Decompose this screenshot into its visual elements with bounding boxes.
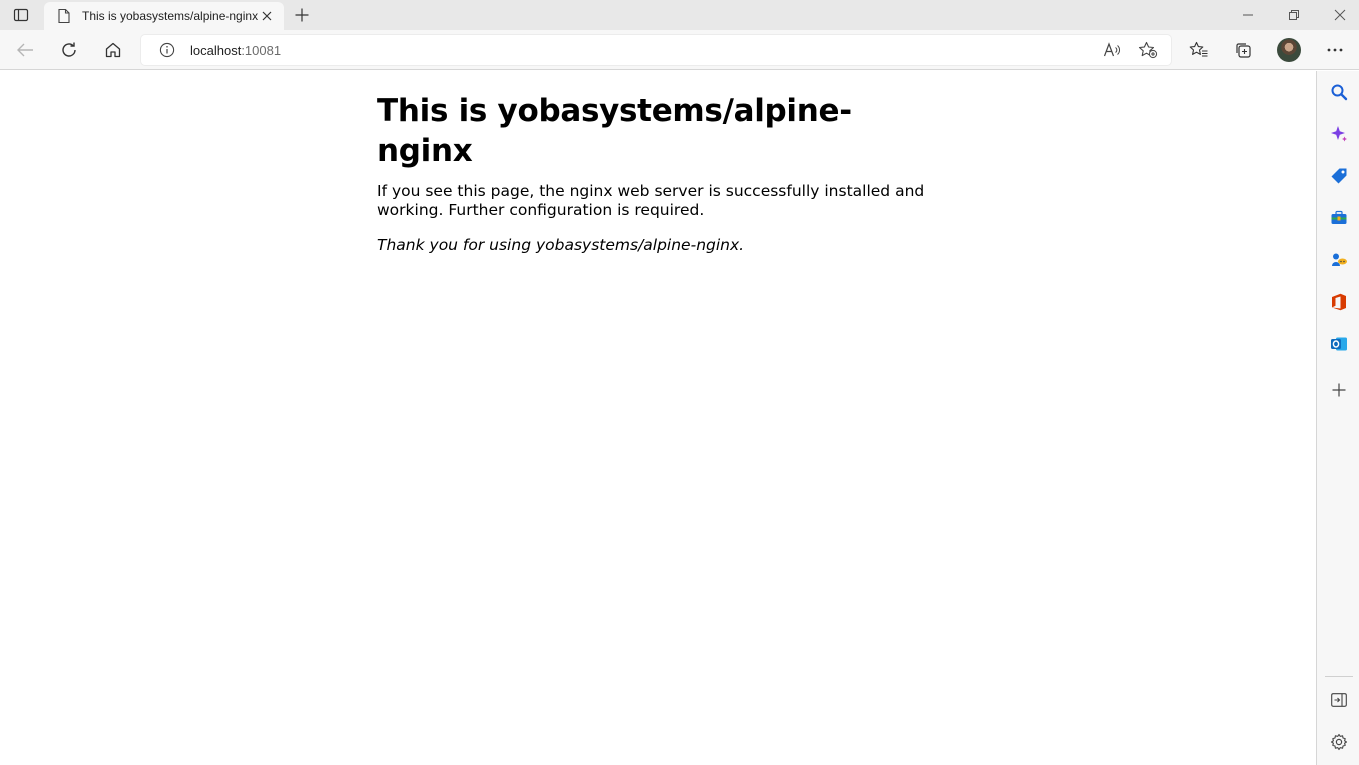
info-icon bbox=[159, 42, 175, 58]
office-icon bbox=[1332, 293, 1346, 311]
tab-active[interactable]: This is yobasystems/alpine-nginx bbox=[44, 2, 284, 30]
outlook-icon bbox=[1331, 337, 1347, 351]
sidebar-add-button[interactable] bbox=[1325, 376, 1353, 404]
add-favorite-button[interactable] bbox=[1133, 35, 1163, 65]
window-close-button[interactable] bbox=[1317, 0, 1359, 30]
favorites-icon bbox=[1189, 41, 1208, 57]
close-icon bbox=[262, 11, 272, 21]
tab-actions-icon bbox=[13, 8, 29, 22]
restore-icon bbox=[1289, 10, 1299, 20]
plus-icon bbox=[295, 8, 309, 22]
add-favorite-icon bbox=[1138, 41, 1158, 59]
tools-icon bbox=[1331, 210, 1347, 224]
new-tab-button[interactable] bbox=[288, 3, 316, 27]
page-content: This is yobasystems/alpine-nginx If you … bbox=[0, 71, 1316, 765]
sidebar-copilot-button[interactable] bbox=[1325, 120, 1353, 148]
minimize-icon bbox=[1243, 14, 1253, 16]
sidebar-tools-button[interactable] bbox=[1325, 204, 1353, 232]
sidebar-search-button[interactable] bbox=[1325, 78, 1353, 106]
tab-title: This is yobasystems/alpine-nginx bbox=[82, 9, 258, 23]
home-icon bbox=[105, 42, 121, 58]
close-icon bbox=[1334, 9, 1346, 21]
back-icon bbox=[17, 43, 33, 57]
refresh-icon bbox=[62, 42, 76, 57]
refresh-button[interactable] bbox=[53, 35, 85, 65]
restore-button[interactable] bbox=[1271, 0, 1317, 30]
sidebar-outlook-button[interactable] bbox=[1325, 330, 1353, 358]
add-icon bbox=[1332, 383, 1346, 397]
sidebar-office-button[interactable] bbox=[1325, 288, 1353, 316]
page-thanks: Thank you for using yobasystems/alpine-n… bbox=[377, 236, 745, 254]
shopping-icon bbox=[1331, 168, 1347, 184]
tab-actions-button[interactable] bbox=[6, 3, 36, 27]
url-port: :10081 bbox=[241, 42, 282, 58]
games-icon bbox=[1332, 253, 1347, 266]
sidebar-shopping-button[interactable] bbox=[1325, 162, 1353, 190]
gear-icon bbox=[1330, 733, 1348, 751]
address-url[interactable]: localhost:10081 bbox=[190, 43, 281, 58]
read-aloud-icon bbox=[1103, 42, 1120, 57]
minimize-button[interactable] bbox=[1225, 0, 1271, 30]
hide-sidebar-button[interactable] bbox=[1325, 686, 1353, 714]
profile-avatar[interactable] bbox=[1277, 38, 1301, 62]
collections-button[interactable] bbox=[1227, 35, 1259, 65]
url-host: localhost bbox=[190, 42, 242, 58]
page-paragraph: If you see this page, the nginx web serv… bbox=[377, 182, 925, 219]
nginx-welcome: This is yobasystems/alpine-nginx If you … bbox=[377, 91, 937, 255]
hide-sidebar-icon bbox=[1331, 693, 1347, 707]
sidebar-games-button[interactable] bbox=[1325, 246, 1353, 274]
address-bar[interactable]: localhost:10081 bbox=[141, 35, 1171, 65]
tab-close-button[interactable] bbox=[258, 7, 276, 25]
favorites-button[interactable] bbox=[1183, 35, 1215, 65]
search-icon bbox=[1331, 84, 1348, 101]
more-button[interactable] bbox=[1319, 35, 1351, 65]
read-aloud-button[interactable] bbox=[1097, 35, 1127, 65]
title-bar: This is yobasystems/alpine-nginx bbox=[0, 0, 1359, 30]
edge-sidebar bbox=[1316, 71, 1359, 765]
home-button[interactable] bbox=[97, 35, 129, 65]
toolbar: localhost:10081 bbox=[0, 30, 1359, 70]
page-icon bbox=[56, 8, 72, 24]
sidebar-settings-button[interactable] bbox=[1325, 728, 1353, 756]
more-icon bbox=[1327, 48, 1343, 52]
back-button[interactable] bbox=[9, 35, 41, 65]
page-heading: This is yobasystems/alpine-nginx bbox=[377, 93, 852, 169]
site-info-button[interactable] bbox=[152, 35, 182, 65]
sidebar-divider bbox=[1325, 676, 1353, 677]
collections-icon bbox=[1236, 43, 1251, 58]
copilot-icon bbox=[1331, 126, 1347, 142]
